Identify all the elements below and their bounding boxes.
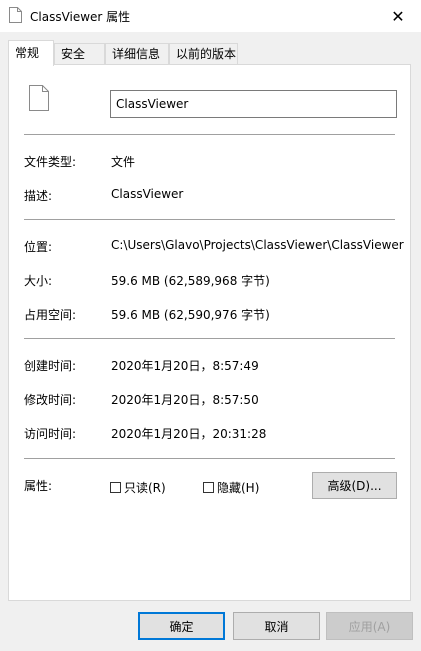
cancel-button[interactable]: 取消 <box>233 612 320 640</box>
readonly-checkbox[interactable]: 只读(R) <box>110 479 166 496</box>
modified-value: 2020年1月20日，8:57:50 <box>111 393 259 407</box>
location-label: 位置: <box>24 240 53 254</box>
size-value: 59.6 MB (62,589,968 字节) <box>111 274 270 288</box>
location-value: C:\Users\Glavo\Projects\ClassViewer\Clas… <box>111 238 404 252</box>
advanced-button[interactable]: 高级(D)... <box>312 472 397 499</box>
size-on-disk-value: 59.6 MB (62,590,976 字节) <box>111 308 270 322</box>
hidden-checkbox[interactable]: 隐藏(H) <box>203 479 259 496</box>
accessed-value: 2020年1月20日，20:31:28 <box>111 427 267 441</box>
separator <box>24 219 395 220</box>
tab-general[interactable]: 常规 <box>8 40 54 66</box>
checkbox-box[interactable] <box>203 482 214 493</box>
close-button[interactable]: ✕ <box>375 0 421 32</box>
created-value: 2020年1月20日，8:57:49 <box>111 359 259 373</box>
separator <box>24 134 395 135</box>
file-name-input[interactable] <box>110 90 397 118</box>
tab-security[interactable]: 安全 <box>54 43 105 64</box>
tab-previous-versions[interactable]: 以前的版本 <box>169 43 238 64</box>
window-title: ClassViewer 属性 <box>30 10 131 24</box>
general-panel: 文件类型: 文件 描述: ClassViewer 位置: C:\Users\Gl… <box>8 64 411 601</box>
tab-details[interactable]: 详细信息 <box>105 43 169 64</box>
description-value: ClassViewer <box>111 187 184 201</box>
file-icon <box>9 7 22 23</box>
accessed-label: 访问时间: <box>24 427 77 441</box>
title-bar: ClassViewer 属性 ✕ <box>0 0 421 32</box>
checkbox-box[interactable] <box>110 482 121 493</box>
size-on-disk-label: 占用空间: <box>24 308 77 322</box>
file-type-value: 文件 <box>111 155 136 169</box>
hidden-label: 隐藏(H) <box>217 481 260 495</box>
description-label: 描述: <box>24 189 53 203</box>
apply-button[interactable]: 应用(A) <box>326 612 413 640</box>
ok-button[interactable]: 确定 <box>138 612 225 640</box>
modified-label: 修改时间: <box>24 393 77 407</box>
file-type-label: 文件类型: <box>24 155 77 169</box>
attributes-label: 属性: <box>24 479 53 493</box>
separator <box>24 338 395 339</box>
separator <box>24 458 395 459</box>
file-large-icon <box>29 85 49 111</box>
created-label: 创建时间: <box>24 359 77 373</box>
close-icon: ✕ <box>391 6 405 26</box>
readonly-label: 只读(R) <box>124 481 166 495</box>
size-label: 大小: <box>24 274 53 288</box>
